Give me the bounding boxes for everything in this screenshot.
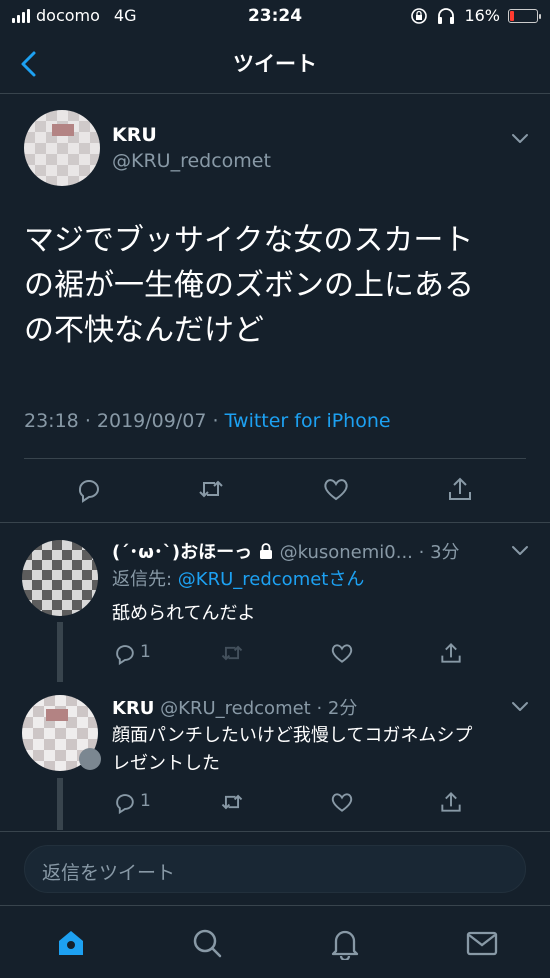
avatar[interactable] bbox=[22, 540, 98, 616]
bell-icon bbox=[331, 930, 359, 962]
tweet-text-line: マジでブッサイクな女のスカート bbox=[24, 223, 474, 258]
tweet-text-line: の不快なんだけど bbox=[24, 313, 264, 348]
search-icon bbox=[193, 929, 222, 958]
divider bbox=[24, 458, 526, 459]
reply-icon bbox=[116, 794, 134, 815]
reply-icon bbox=[116, 645, 134, 666]
share-button[interactable] bbox=[445, 474, 475, 504]
tweet-text: マジでブッサイクな女のスカート の裾が一生俺のズボンの上にある の不快なんだけど bbox=[24, 218, 524, 353]
reply-menu-button[interactable] bbox=[508, 694, 532, 718]
like-button[interactable] bbox=[329, 789, 355, 815]
tweet-text-line: の裾が一生俺のズボンの上にある bbox=[24, 268, 474, 303]
divider bbox=[0, 831, 550, 832]
reply-icon bbox=[78, 480, 99, 503]
chevron-down-icon bbox=[512, 702, 528, 711]
chevron-down-icon bbox=[512, 546, 528, 555]
retweet-button[interactable] bbox=[196, 474, 226, 504]
tab-bar bbox=[0, 905, 550, 978]
battery-icon bbox=[508, 8, 541, 23]
share-icon bbox=[449, 477, 471, 500]
thread-line bbox=[57, 778, 63, 830]
rotation-lock-icon bbox=[411, 7, 428, 24]
battery-percent: 16% bbox=[464, 6, 500, 25]
reply-text-line: 顔面パンチしたいけど我慢してコガネムシプ bbox=[112, 725, 473, 746]
share-button[interactable] bbox=[438, 640, 464, 666]
meta-separator: · bbox=[84, 410, 91, 432]
heart-icon bbox=[324, 479, 348, 501]
tweet-date: 2019/09/07 bbox=[96, 410, 207, 432]
reply-header: (´･ω･`)おほーっ @kusonemi0... · 3分 bbox=[112, 538, 460, 564]
avatar-badge bbox=[79, 748, 101, 770]
reply-menu-button[interactable] bbox=[508, 538, 532, 562]
reply-button[interactable] bbox=[112, 789, 138, 815]
retweet-icon bbox=[199, 480, 223, 498]
tab-home[interactable] bbox=[54, 926, 88, 960]
retweet-button bbox=[219, 640, 245, 666]
replying-to: 返信先: @KRU_redcometさん bbox=[112, 566, 364, 594]
thread-line bbox=[57, 622, 63, 682]
reply-count: 1 bbox=[140, 642, 151, 662]
status-right: 16% bbox=[410, 6, 541, 25]
reply-header: KRU @KRU_redcomet · 2分 bbox=[112, 694, 357, 720]
reply-text: 舐められてんだよ bbox=[112, 603, 256, 624]
heart-icon bbox=[331, 793, 353, 812]
reply-button[interactable] bbox=[74, 474, 104, 504]
reply-text: 顔面パンチしたいけど我慢してコガネムシプ レゼントした bbox=[112, 722, 532, 778]
header: ツイート bbox=[0, 34, 550, 94]
tab-search[interactable] bbox=[190, 926, 224, 960]
reply-count: 1 bbox=[140, 791, 151, 811]
like-button[interactable] bbox=[329, 640, 355, 666]
reply-time: · 3分 bbox=[418, 542, 460, 563]
meta-separator: · bbox=[212, 410, 219, 432]
tab-messages[interactable] bbox=[465, 926, 499, 960]
tab-notifications[interactable] bbox=[328, 926, 362, 962]
lock-icon bbox=[259, 543, 272, 559]
reply-author-name[interactable]: (´･ω･`)おほーっ bbox=[112, 542, 252, 563]
page-title: ツイート bbox=[233, 52, 317, 76]
share-icon bbox=[441, 791, 461, 812]
tweet-menu-button[interactable] bbox=[508, 126, 532, 150]
author-name[interactable]: KRU bbox=[112, 124, 157, 146]
replying-to-link[interactable]: @KRU_redcometさん bbox=[178, 569, 365, 590]
mail-icon bbox=[466, 931, 498, 956]
replying-to-label: 返信先: bbox=[112, 569, 178, 590]
share-button[interactable] bbox=[438, 789, 464, 815]
share-icon bbox=[441, 642, 461, 663]
reply-text-line: レゼントした bbox=[112, 753, 220, 774]
status-bar: docomo 4G 23:24 16% bbox=[0, 0, 550, 34]
battery-level bbox=[510, 10, 514, 21]
author-handle[interactable]: @KRU_redcomet bbox=[112, 150, 271, 172]
headphones-icon bbox=[438, 7, 455, 24]
reply-button[interactable] bbox=[112, 640, 138, 666]
retweet-icon bbox=[221, 794, 243, 810]
reply-compose-placeholder: 返信をツイート bbox=[42, 862, 176, 884]
reply-time: · 2分 bbox=[316, 698, 358, 719]
reply-author-handle[interactable]: @KRU_redcomet bbox=[160, 698, 311, 719]
retweet-icon bbox=[221, 645, 243, 661]
home-icon bbox=[59, 931, 83, 955]
tweet-meta: 23:18 · 2019/09/07 · Twitter for iPhone bbox=[24, 410, 391, 432]
avatar[interactable] bbox=[24, 110, 100, 186]
reply-author-name[interactable]: KRU bbox=[112, 698, 154, 719]
tweet-source-link[interactable]: Twitter for iPhone bbox=[225, 410, 391, 432]
reply-author-handle[interactable]: @kusonemi0... bbox=[280, 542, 413, 563]
heart-icon bbox=[331, 644, 353, 663]
retweet-button[interactable] bbox=[219, 789, 245, 815]
tweet-time: 23:18 bbox=[24, 410, 79, 432]
like-button[interactable] bbox=[321, 474, 351, 504]
chevron-down-icon bbox=[512, 134, 528, 143]
divider bbox=[0, 522, 550, 523]
